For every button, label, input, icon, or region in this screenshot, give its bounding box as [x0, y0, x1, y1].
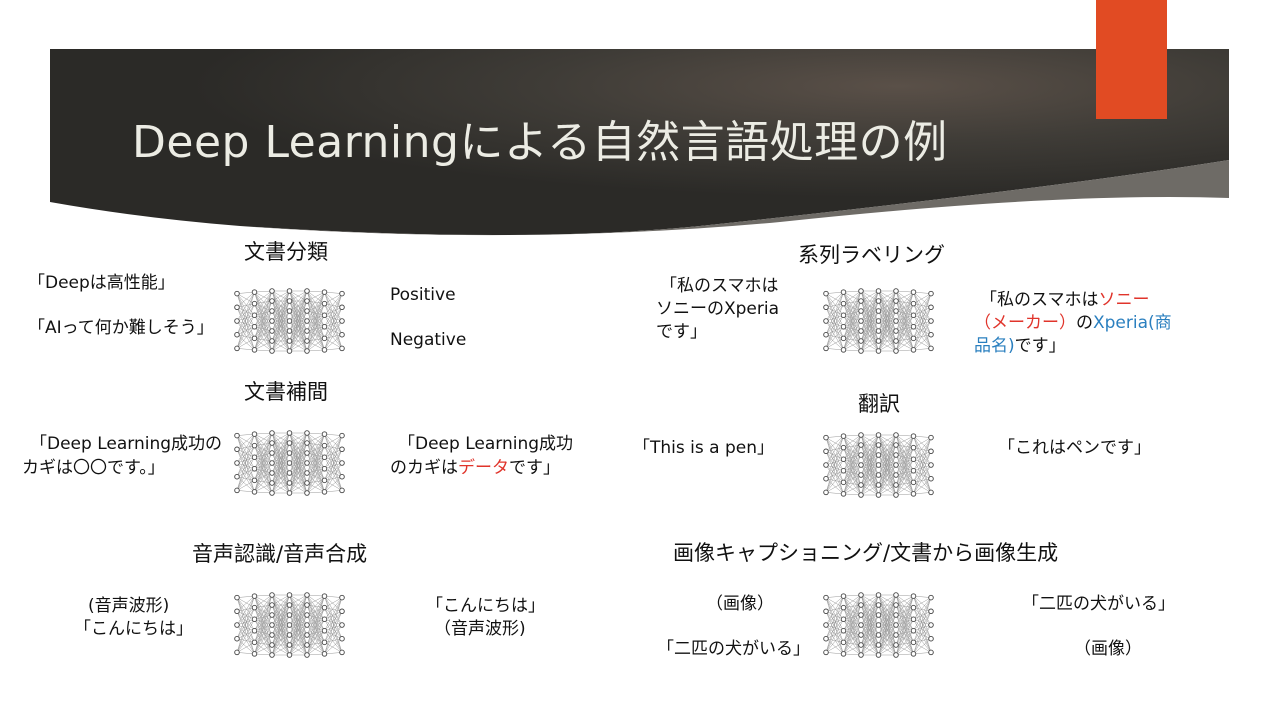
speech-input-line-2: 「こんにちは」	[74, 619, 193, 639]
captioning-output-2: （画像）	[1074, 639, 1142, 659]
doc-completion-input-line-1: 「Deep Learning成功の	[30, 434, 223, 454]
speech-output-line-1: 「こんにちは」	[426, 596, 545, 616]
doc-completion-output-line-2: のカギはデータです」	[390, 458, 560, 478]
sequence-labeling-output-line-1: 「私のスマホはソニー	[980, 290, 1150, 310]
translation-output: 「これはペンです」	[998, 438, 1151, 458]
highlight-data: データ	[458, 458, 509, 478]
sequence-labeling-input-line-2: ソニーのXperia	[656, 299, 780, 319]
doc-classification-input-2: 「AIって何か難しそう」	[28, 318, 214, 338]
doc-completion-output-line-1: 「Deep Learning成功	[398, 434, 574, 454]
captioning-input-2: 「二匹の犬がいる」	[657, 639, 810, 659]
accent-bar	[1096, 0, 1167, 119]
doc-classification-output-1: Positive	[390, 285, 456, 305]
highlight-maker: （メーカー）	[974, 313, 1076, 333]
sequence-labeling-output-line-2: （メーカー）のXperia(商	[974, 313, 1172, 333]
captioning-input-1: （画像）	[706, 594, 774, 614]
heading-sequence-labeling: 系列ラベリング	[798, 243, 945, 267]
sequence-labeling-output-line-3: 品名)です」	[974, 336, 1066, 356]
highlight-xperia: Xperia(商	[1093, 313, 1172, 333]
neural-network-icon	[234, 288, 345, 354]
heading-translation: 翻訳	[858, 392, 900, 416]
neural-network-icon	[823, 432, 934, 498]
neural-network-icon	[234, 430, 345, 496]
heading-captioning: 画像キャプショニング/文書から画像生成	[673, 541, 1059, 565]
neural-network-icon	[823, 592, 934, 658]
highlight-sony: ソニー	[1098, 290, 1150, 310]
speech-input-line-1: (音声波形)	[88, 596, 170, 616]
captioning-output-1: 「二匹の犬がいる」	[1022, 594, 1175, 614]
neural-network-icon	[234, 592, 345, 658]
heading-speech: 音声認識/音声合成	[192, 542, 368, 566]
translation-input: 「This is a pen」	[633, 438, 774, 458]
sequence-labeling-input-line-1: 「私のスマホは	[660, 276, 779, 296]
highlight-product-name: 品名)	[974, 336, 1015, 356]
doc-classification-output-2: Negative	[390, 330, 467, 350]
speech-output-line-2: （音声波形)	[434, 619, 526, 639]
sequence-labeling-input-line-3: です」	[656, 322, 707, 342]
heading-doc-completion: 文書補間	[244, 380, 328, 404]
doc-completion-input-line-2: カギは〇〇です。」	[22, 458, 165, 478]
heading-doc-classification: 文書分類	[244, 240, 328, 264]
page-title: Deep Learningによる自然言語処理の例	[132, 117, 948, 168]
neural-network-icon	[823, 288, 934, 354]
doc-classification-input-1: 「Deepは高性能」	[28, 273, 175, 293]
